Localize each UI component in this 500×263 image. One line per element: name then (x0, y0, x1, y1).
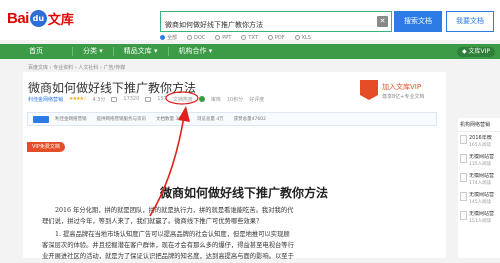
publisher-logo[interactable] (33, 115, 49, 123)
related-doc-item[interactable]: 无模网站营 174人阅读 (458, 170, 500, 189)
article-paragraph: 客深层次的体验。并且挖掘潜在客户群体，现在才会有那么多的爆仔，得益甚至电视台等行 (42, 242, 294, 249)
logo-text-wenku: 文库 (47, 12, 74, 28)
upload-button[interactable]: 我要文档 (446, 11, 494, 32)
download-count: 157 (157, 96, 167, 102)
related-doc-item[interactable]: 无模网站营 145人阅读 (458, 189, 500, 208)
filter-all[interactable]: 全部 (160, 34, 177, 41)
filter-xls[interactable]: XLS (294, 34, 311, 41)
article-paragraph: 业开展进社区的活动，就是为了保证认识把品牌的知名度，达到高提高与面的影响。以至于 (42, 253, 294, 260)
publisher-infobar: 利佳金网络营销 提供网络营销服务与资讯 文档数量 3000 浏览总量 4万 获赞… (27, 112, 437, 126)
page-title: 微商如何做好线下推广教你方法 (28, 81, 197, 95)
nav-home[interactable]: 首页 (0, 44, 72, 59)
related-sidebar: 机构网络营销 2016年微 165人阅读 无模网站营 135人阅读 无模网站营 174… (458, 118, 500, 258)
breadcrumb[interactable]: 百度文库 › 专业资料 › 人文社科 › 广告/传媒 (28, 64, 125, 71)
related-doc-item[interactable]: 无模网站营 151人阅读 (458, 208, 500, 227)
radio-icon (215, 34, 221, 40)
radio-icon (294, 34, 300, 40)
chevron-down-icon: ▾ (208, 47, 213, 55)
chevron-down-icon: ▾ (153, 47, 158, 55)
search-box: ✕ (160, 11, 392, 35)
filter-ppt[interactable]: PPT (215, 34, 231, 41)
article-title: 微商如何做好线下推广教你方法 (160, 186, 329, 200)
main-nav: 首页 分类 ▾ 精品文库 ▾ 机构合作 ▾ ◆ 文库VIP (0, 44, 500, 59)
vip-button[interactable]: ◆ 文库VIP (456, 47, 495, 57)
filter-doc[interactable]: DOC (187, 34, 205, 41)
radio-icon (241, 34, 247, 40)
filter-txt[interactable]: TXT (241, 34, 258, 41)
document-icon (460, 135, 467, 144)
radio-icon (267, 34, 273, 40)
publisher-likes: 获赞总量47602 (233, 117, 267, 122)
check-icon (198, 96, 205, 102)
eye-icon (111, 96, 118, 102)
radio-icon (187, 34, 193, 40)
document-meta: 利佳金网络营销 ★★★★☆ 4.3分 17320 157 文档热度 审核 10积… (28, 95, 264, 103)
publisher-desc: 提供网络营销服务与资讯 (96, 117, 147, 122)
search-button[interactable]: 搜索文档 (394, 11, 442, 32)
download-icon (145, 96, 152, 102)
publisher-docs: 文档数量 3000 (156, 117, 187, 122)
filter-pdf[interactable]: PDF (267, 34, 285, 41)
publisher-name[interactable]: 利佳金网络营销 (55, 116, 87, 122)
nav-premium[interactable]: 精品文库 ▾ (114, 44, 168, 59)
radio-icon (160, 35, 165, 40)
close-icon[interactable]: ✕ (377, 16, 388, 27)
related-doc-item[interactable]: 无模网站营 135人阅读 (458, 151, 500, 170)
nav-category[interactable]: 分类 ▾ (73, 44, 113, 59)
sidebar-heading: 机构网络营销 (458, 118, 500, 132)
diamond-icon: ◆ (461, 48, 467, 55)
paw-icon: du (29, 9, 47, 27)
logo-text-bai: Bai (7, 9, 29, 27)
related-doc-item[interactable]: 2016年微 165人阅读 (458, 132, 500, 151)
heat-label: 文档热度 (172, 96, 193, 103)
vip-free-tag: VIP免费文档 (27, 142, 65, 152)
vip-banner-title: 加入文库VIP (382, 83, 422, 91)
baidu-wenku-logo[interactable]: Bai du 文库 (7, 7, 74, 29)
article-paragraph: 理们说，拼过今年，等到人来了，我们就赢了。微商线下推广可优势哪些效果？ (42, 218, 263, 225)
document-icon (460, 154, 467, 163)
document-icon (460, 173, 467, 182)
filetype-filters: 全部 DOC PPT TXT PDF XLS (160, 33, 311, 42)
reward-label: 10积分 (226, 96, 244, 103)
article-paragraph: 2016 年分化期，拼的就是团队，拼的就是执行力，拼的就是看谁能吃苦。我对我的代 (55, 207, 294, 214)
status-label: 审核 (210, 96, 221, 103)
search-input[interactable] (161, 15, 361, 35)
document-icon (460, 192, 467, 201)
publisher-views: 浏览总量 4万 (196, 117, 224, 122)
nav-institution[interactable]: 机构合作 ▾ (169, 44, 223, 59)
author-link[interactable]: 利佳金网络营销 (28, 96, 63, 103)
vip-badge-icon (360, 80, 378, 100)
article-paragraph: 1. 提高品牌在当地市场认知度广告可以提高品牌的社会认知度，但是地推可以实现顾 (55, 231, 290, 238)
chevron-down-icon: ▾ (99, 47, 103, 55)
document-icon (460, 211, 467, 220)
rating-label: 好评度 (249, 96, 265, 103)
view-count: 17320 (123, 96, 140, 102)
rating-stars-icon: ★★★★☆ (69, 96, 87, 102)
vip-banner-subtitle: 尊享8亿+专业文档 (382, 94, 425, 100)
header: Bai du 文库 ✕ 搜索文档 我要文档 全部 DOC PPT TXT PDF… (0, 0, 500, 42)
rating-value: 4.3分 (92, 96, 106, 103)
join-vip-banner[interactable]: 加入文库VIP 尊享8亿+专业文档 (360, 80, 442, 104)
